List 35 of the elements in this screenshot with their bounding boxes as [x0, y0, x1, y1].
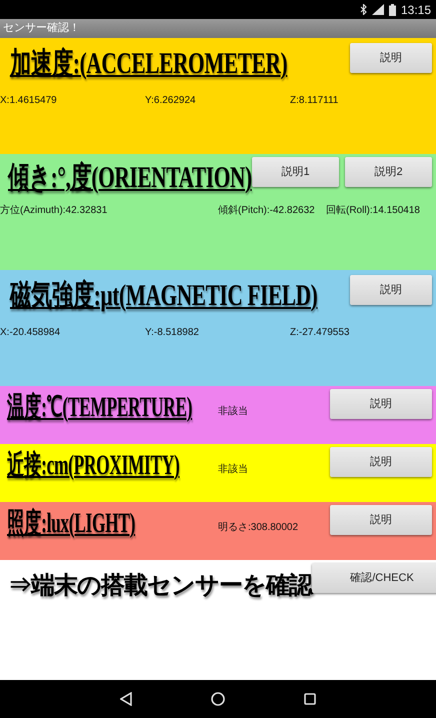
sensor-reading: Y:6.262924 — [145, 94, 197, 108]
battery-icon — [388, 4, 396, 16]
sensor-reading: Y:-8.518982 — [145, 326, 200, 340]
clock-time: 13:15 — [400, 2, 431, 18]
section-title: 温度:℃(TEMPERTURE) — [7, 392, 192, 424]
back-icon[interactable] — [120, 692, 132, 706]
explain-button[interactable]: 説明1 — [252, 157, 339, 187]
sensor-reading: 明るさ:308.80002 — [218, 522, 298, 533]
explain-button[interactable]: 説明 — [330, 389, 432, 419]
explain-button[interactable]: 説明 — [330, 505, 432, 535]
check-button[interactable]: 確認/CHECK — [312, 563, 436, 593]
signal-icon — [372, 4, 384, 15]
sensor-reading: Z:-27.479553 — [290, 326, 350, 340]
sensor-reading: 方位(Azimuth):42.32831 — [0, 204, 108, 218]
section-title: 傾き:°,度(ORIENTATION) — [8, 161, 252, 195]
explain-button[interactable]: 説明2 — [345, 157, 432, 187]
sensor-reading: X:-20.458984 — [0, 326, 62, 340]
sensor-reading: Z:8.117111 — [290, 94, 340, 108]
section-title: 近接:cm(PROXIMITY) — [7, 450, 180, 482]
section-title: 照度:lux(LIGHT) — [7, 508, 136, 540]
check-heading: ⇒端末の搭載センサーを確認 — [8, 572, 312, 599]
home-icon[interactable] — [210, 692, 225, 706]
sensor-reading: 回転(Roll):14.150418 — [326, 204, 420, 218]
sensor-reading: 非該当 — [218, 406, 248, 417]
bluetooth-icon — [360, 4, 367, 15]
explain-button[interactable]: 説明 — [350, 275, 432, 305]
section-title: 磁気強度:μt(MAGNETIC FIELD) — [10, 279, 318, 313]
sensor-reading: X:1.4615479 — [0, 94, 58, 108]
sensor-reading: 非該当 — [218, 464, 248, 475]
app-title: センサー確認！ — [3, 21, 80, 36]
sensor-reading: 傾斜(Pitch):-42.82632 — [218, 204, 316, 218]
section-title: 加速度:(ACCELEROMETER) — [10, 47, 288, 81]
explain-button[interactable]: 説明 — [330, 447, 432, 477]
recents-icon[interactable] — [304, 693, 316, 705]
explain-button[interactable]: 説明 — [350, 43, 432, 73]
